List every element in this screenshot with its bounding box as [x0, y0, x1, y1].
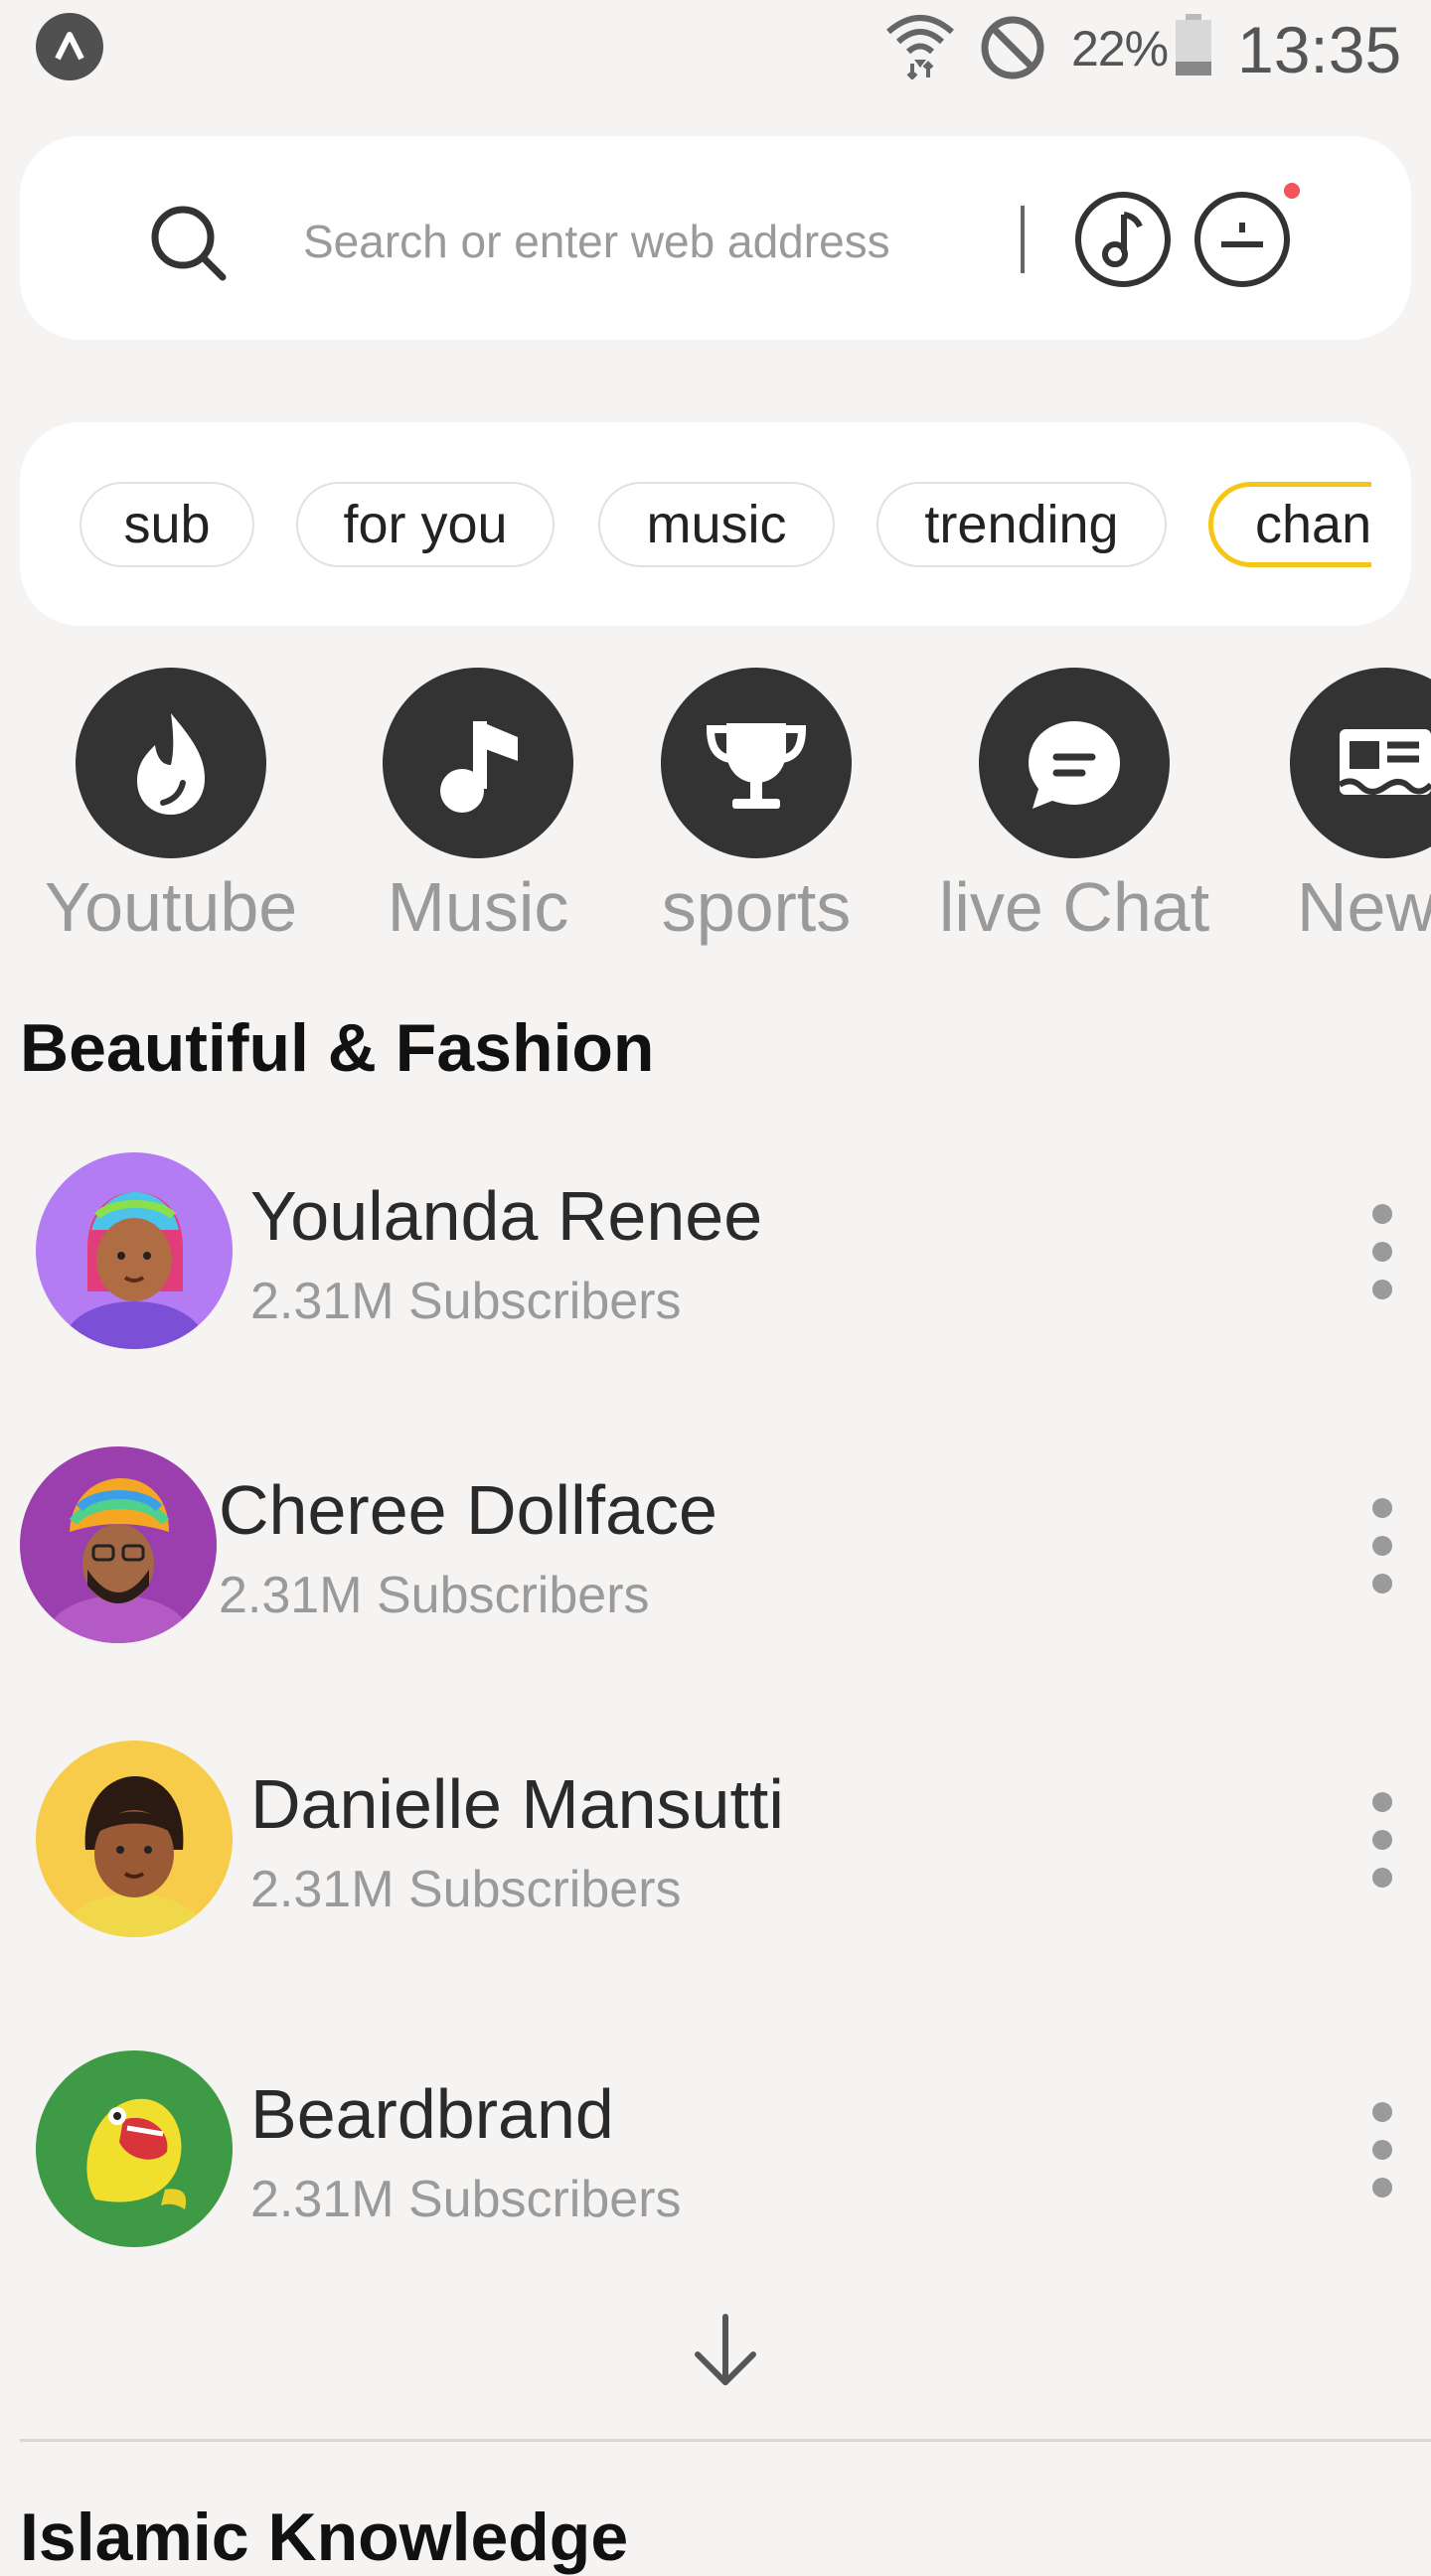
- search-icon[interactable]: [147, 202, 231, 285]
- channel-name[interactable]: Cheree Dollface: [219, 1470, 717, 1550]
- battery-icon: [1176, 14, 1211, 76]
- status-bar: 22% 13:35: [0, 0, 1431, 99]
- chip-for-you[interactable]: for you: [296, 482, 555, 567]
- category-label-live-chat: live Chat: [938, 868, 1210, 946]
- notification-dot: [1284, 183, 1300, 199]
- avatar[interactable]: [36, 1741, 233, 1937]
- chip-row: sub for you music trending chan: [80, 482, 1371, 567]
- avatar[interactable]: [20, 1446, 217, 1643]
- category-label-youtube: Youtube: [44, 868, 298, 946]
- next-section-title: Islamic Knowledge: [20, 2500, 629, 2575]
- channel-name[interactable]: Youlanda Renee: [250, 1176, 762, 1256]
- app-badge-icon: [36, 13, 103, 80]
- do-not-disturb-icon: [981, 16, 1044, 79]
- chip-music[interactable]: music: [598, 482, 835, 567]
- more-options-icon[interactable]: [1362, 2102, 1402, 2197]
- newspaper-icon: [1338, 729, 1431, 795]
- category-news[interactable]: [1290, 668, 1431, 858]
- channel-name[interactable]: Beardbrand: [250, 2074, 614, 2154]
- category-sports[interactable]: [661, 668, 852, 858]
- more-options-icon[interactable]: [1362, 1204, 1402, 1299]
- category-youtube[interactable]: [76, 668, 266, 858]
- category-music[interactable]: [383, 668, 573, 858]
- avatar[interactable]: [36, 1152, 233, 1349]
- avatar[interactable]: [36, 2050, 233, 2247]
- section-divider: [20, 2439, 1431, 2442]
- profile-icon[interactable]: [1193, 191, 1291, 288]
- channel-subscribers: 2.31M Subscribers: [250, 1273, 682, 1330]
- chevron-down-icon[interactable]: [692, 2313, 759, 2388]
- section-title: Beautiful & Fashion: [20, 1010, 655, 1086]
- channel-subscribers: 2.31M Subscribers: [250, 2171, 682, 2228]
- wifi-icon: [886, 15, 954, 79]
- more-options-icon[interactable]: [1362, 1792, 1402, 1888]
- more-options-icon[interactable]: [1362, 1498, 1402, 1593]
- category-label-news: New: [1297, 868, 1431, 946]
- music-note-icon: [440, 721, 518, 813]
- chat-bubble-icon: [1029, 721, 1120, 809]
- search-divider: [1021, 206, 1025, 273]
- category-label-sports: sports: [661, 868, 852, 946]
- channel-subscribers: 2.31M Subscribers: [219, 1567, 650, 1624]
- category-live-chat[interactable]: [979, 668, 1170, 858]
- battery-percentage: 22%: [1071, 21, 1169, 76]
- chip-sub[interactable]: sub: [80, 482, 254, 567]
- music-note-icon[interactable]: [1074, 191, 1172, 288]
- channel-name[interactable]: Danielle Mansutti: [250, 1764, 784, 1844]
- search-input[interactable]: [303, 207, 999, 276]
- clock: 13:35: [1237, 13, 1402, 86]
- chip-trending[interactable]: trending: [876, 482, 1167, 567]
- category-label-music: Music: [387, 868, 569, 946]
- chip-chan[interactable]: chan: [1208, 482, 1371, 567]
- channel-subscribers: 2.31M Subscribers: [250, 1861, 682, 1918]
- trophy-icon: [706, 723, 807, 809]
- flame-icon: [137, 713, 205, 815]
